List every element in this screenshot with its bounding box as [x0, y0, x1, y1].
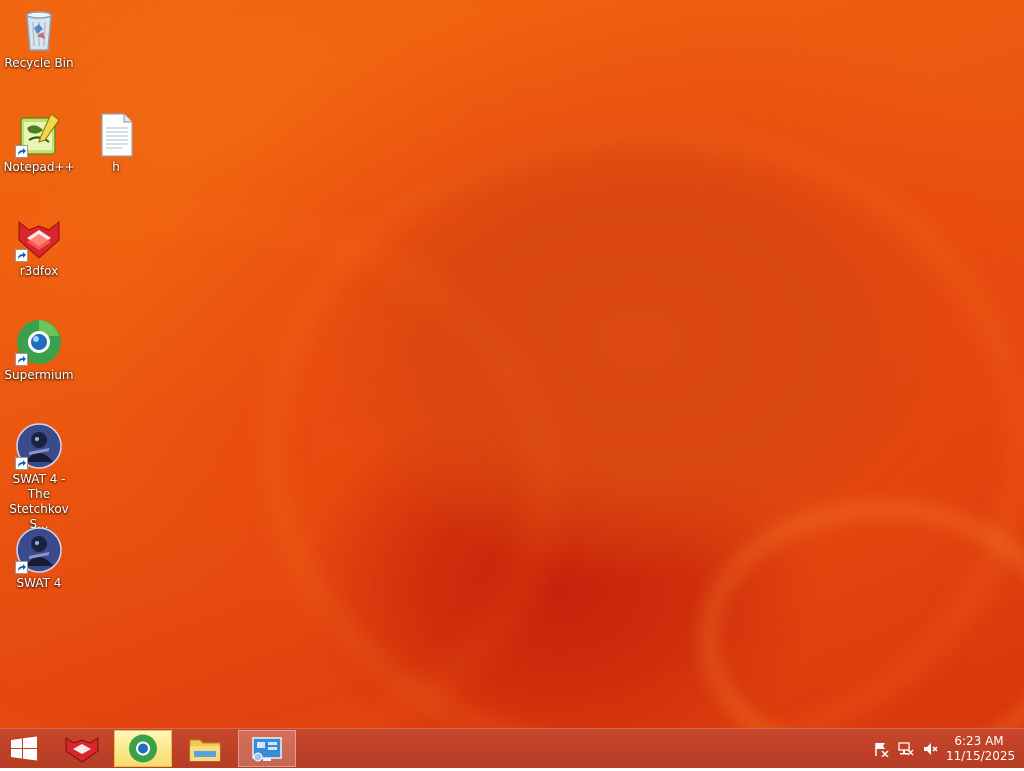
volume-muted-icon[interactable] — [922, 741, 938, 757]
desktop-icon-swat4[interactable]: SWAT 4 — [1, 522, 77, 591]
shortcut-arrow-icon — [15, 457, 28, 470]
supermium-icon — [129, 734, 157, 763]
taskbar-file-explorer-button[interactable] — [176, 730, 234, 767]
desktop-icon-recycle-bin[interactable]: Recycle Bin — [1, 2, 77, 71]
taskbar: 6:23 AM 11/15/2025 — [0, 728, 1024, 768]
desktop-icon-supermium[interactable]: Supermium — [1, 314, 77, 383]
control-panel-icon — [252, 737, 282, 762]
clock[interactable]: 6:23 AM 11/15/2025 — [946, 734, 1016, 764]
start-button[interactable] — [0, 730, 48, 767]
swat4-icon — [15, 422, 63, 470]
desktop-icon-notepadpp[interactable]: Notepad++ — [1, 106, 77, 175]
r3dfox-icon — [65, 737, 99, 763]
file-explorer-icon — [189, 739, 221, 762]
shortcut-arrow-icon — [15, 561, 28, 574]
desktop-icon-label: Notepad++ — [3, 160, 75, 174]
desktop-icon-h[interactable]: h — [78, 106, 154, 175]
action-center-flag-icon[interactable] — [873, 741, 889, 758]
desktop-icon-label: Supermium — [4, 368, 74, 382]
taskbar-control-panel-button[interactable] — [238, 730, 296, 767]
shortcut-arrow-icon — [15, 145, 28, 158]
desktop-icon-label: r3dfox — [19, 264, 59, 278]
shortcut-arrow-icon — [15, 249, 28, 262]
desktop-icon-r3dfox[interactable]: r3dfox — [1, 210, 77, 279]
taskbar-supermium-button[interactable] — [114, 730, 172, 767]
desktop-icon-label: Recycle Bin — [4, 56, 74, 70]
notepadpp-icon — [15, 110, 63, 158]
desktop-icon-label: h — [112, 160, 120, 174]
windows-start-icon — [11, 736, 37, 761]
shortcut-arrow-icon — [15, 353, 28, 366]
desktop[interactable]: Recycle Bin Notepad++ h r3dfox Supermium… — [0, 0, 1024, 728]
network-icon[interactable] — [898, 741, 914, 757]
r3dfox-icon — [15, 214, 63, 262]
recycle-bin-icon — [15, 6, 63, 54]
text-file-icon — [92, 110, 140, 158]
clock-date: 11/15/2025 — [946, 749, 1016, 763]
desktop-icon-swat4-stetchkov[interactable]: SWAT 4 - The Stetchkov S... — [1, 418, 77, 532]
supermium-icon — [15, 318, 63, 366]
clock-time: 6:23 AM — [954, 734, 1004, 748]
taskbar-r3dfox-button[interactable] — [54, 730, 110, 767]
desktop-icon-label: SWAT 4 — [16, 576, 62, 590]
swat4-icon — [15, 526, 63, 574]
